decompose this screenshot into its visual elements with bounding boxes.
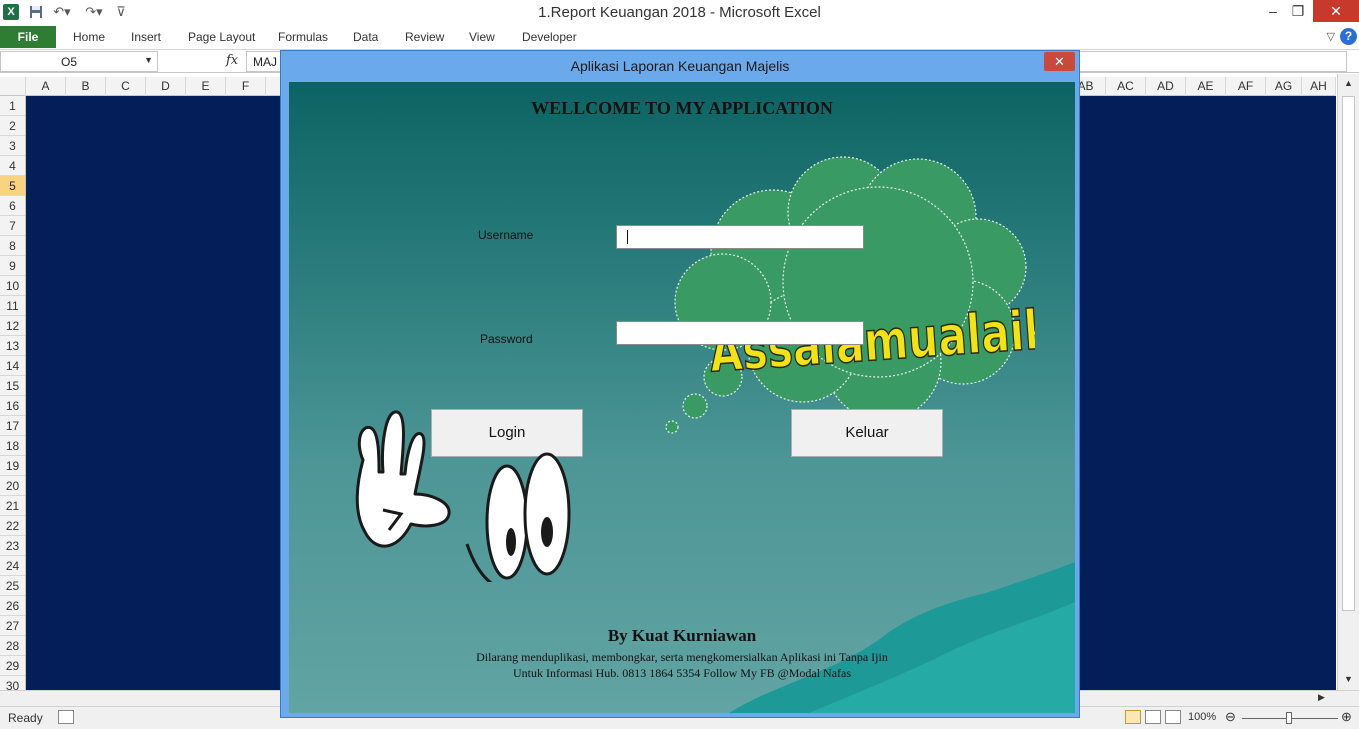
vertical-scroll-thumb[interactable] — [1342, 96, 1355, 611]
column-header[interactable]: D — [146, 77, 186, 96]
column-header[interactable]: AE — [1186, 77, 1226, 96]
tab-formulas[interactable]: Formulas — [278, 30, 328, 44]
tab-page-layout[interactable]: Page Layout — [188, 30, 255, 44]
ribbon-minimize-icon[interactable]: ▽ — [1327, 30, 1335, 43]
excel-window: X ↶▾ ↷▾ ⊽ 1.Report Keuangan 2018 - Micro… — [0, 0, 1359, 729]
scroll-down-icon[interactable]: ▼ — [1344, 674, 1353, 684]
tab-data[interactable]: Data — [353, 30, 378, 44]
row-header[interactable]: 13 — [0, 336, 25, 356]
select-all-corner[interactable] — [0, 77, 26, 96]
window-title: 1.Report Keuangan 2018 - Microsoft Excel — [538, 4, 821, 21]
row-header[interactable]: 4 — [0, 156, 25, 176]
column-header[interactable]: AC — [1106, 77, 1146, 96]
vertical-scrollbar[interactable]: ▲ ▼ — [1337, 74, 1359, 690]
help-icon[interactable]: ? — [1340, 28, 1357, 45]
row-header[interactable]: 21 — [0, 496, 25, 516]
row-header[interactable]: 17 — [0, 416, 25, 436]
row-header[interactable]: 9 — [0, 256, 25, 276]
column-header[interactable]: C — [106, 77, 146, 96]
scroll-up-icon[interactable]: ▲ — [1344, 78, 1353, 88]
password-label: Password — [480, 332, 533, 346]
row-header[interactable]: 29 — [0, 656, 25, 676]
exit-button[interactable]: Keluar — [791, 409, 943, 457]
cartoon-hand-image — [355, 410, 571, 582]
normal-view-icon[interactable] — [1125, 710, 1141, 724]
row-header[interactable]: 14 — [0, 356, 25, 376]
row-header[interactable]: 28 — [0, 636, 25, 656]
row-header[interactable]: 10 — [0, 276, 25, 296]
row-header[interactable]: 3 — [0, 136, 25, 156]
password-input[interactable] — [616, 321, 864, 345]
status-ready: Ready — [8, 711, 43, 725]
zoom-in-icon[interactable]: ⊕ — [1341, 709, 1352, 725]
dialog-close-button[interactable]: ✕ — [1044, 52, 1075, 71]
page-break-view-icon[interactable] — [1165, 710, 1181, 724]
column-header[interactable]: AG — [1266, 77, 1302, 96]
tab-file[interactable]: File — [0, 26, 56, 48]
row-header[interactable]: 11 — [0, 296, 25, 316]
row-header[interactable]: 23 — [0, 536, 25, 556]
username-label: Username — [478, 228, 534, 242]
text-caret — [627, 230, 628, 244]
name-box[interactable]: O5 ▼ — [0, 51, 158, 72]
tab-insert[interactable]: Insert — [131, 30, 161, 44]
row-header[interactable]: 19 — [0, 456, 25, 476]
scroll-right-icon[interactable]: ▶ — [1318, 692, 1325, 703]
zoom-slider-thumb[interactable] — [1286, 712, 1292, 724]
dialog-body: WELLCOME TO MY APPLICATION Assalamualaik… — [289, 82, 1075, 713]
zoom-out-icon[interactable]: ⊖ — [1225, 709, 1236, 725]
row-header[interactable]: 1 — [0, 96, 25, 116]
ribbon-tabs: File Home Insert Page Layout Formulas Da… — [0, 26, 1359, 50]
title-bar: X ↶▾ ↷▾ ⊽ 1.Report Keuangan 2018 - Micro… — [0, 0, 1359, 26]
row-header[interactable]: 8 — [0, 236, 25, 256]
row-header[interactable]: 15 — [0, 376, 25, 396]
contact-info: Untuk Informasi Hub. 0813 1864 5354 Foll… — [512, 666, 852, 680]
page-layout-view-icon[interactable] — [1145, 710, 1161, 724]
row-header[interactable]: 26 — [0, 596, 25, 616]
thought-cloud-image: Assalamualaikum — [665, 156, 1035, 434]
author-credit: By Kuat Kurniawan — [607, 626, 757, 645]
column-header[interactable]: AF — [1226, 77, 1266, 96]
row-header[interactable]: 22 — [0, 516, 25, 536]
tab-review[interactable]: Review — [405, 30, 444, 44]
column-header[interactable]: F — [226, 77, 266, 96]
name-box-value: O5 — [61, 55, 78, 69]
zoom-level[interactable]: 100% — [1188, 711, 1216, 723]
row-header[interactable]: 2 — [0, 116, 25, 136]
row-header[interactable]: 24 — [0, 556, 25, 576]
row-header-active[interactable]: 5 — [0, 176, 25, 196]
close-window-button[interactable]: ✕ — [1313, 0, 1359, 22]
column-header[interactable]: A — [26, 77, 66, 96]
row-header[interactable]: 6 — [0, 196, 25, 216]
tab-developer[interactable]: Developer — [522, 30, 577, 44]
column-header[interactable]: AD — [1146, 77, 1186, 96]
row-header[interactable]: 25 — [0, 576, 25, 596]
chevron-down-icon[interactable]: ▼ — [144, 55, 153, 65]
login-dialog: Aplikasi Laporan Keuangan Majelis ✕ WELL… — [280, 50, 1080, 718]
row-header[interactable]: 18 — [0, 436, 25, 456]
restore-button[interactable]: ❐ — [1283, 0, 1313, 22]
row-header[interactable]: 12 — [0, 316, 25, 336]
row-header[interactable]: 30 — [0, 676, 25, 690]
tab-view[interactable]: View — [469, 30, 495, 44]
column-header[interactable]: AH — [1302, 77, 1336, 96]
column-header[interactable]: B — [66, 77, 106, 96]
tab-home[interactable]: Home — [73, 30, 105, 44]
row-header[interactable]: 7 — [0, 216, 25, 236]
username-input[interactable] — [616, 225, 864, 249]
welcome-heading: WELLCOME TO MY APPLICATION — [531, 98, 833, 118]
column-header[interactable]: E — [186, 77, 226, 96]
row-headers: 1 2 3 4 5 6 7 8 9 10 11 12 13 14 15 16 1… — [0, 96, 26, 690]
formula-value: MAJ — [253, 55, 277, 69]
macro-record-icon[interactable] — [58, 710, 74, 724]
row-header[interactable]: 20 — [0, 476, 25, 496]
copyright-notice: Dilarang menduplikasi, membongkar, serta… — [476, 650, 888, 664]
dialog-title: Aplikasi Laporan Keuangan Majelis — [570, 58, 790, 74]
row-header[interactable]: 16 — [0, 396, 25, 416]
insert-function-icon[interactable]: fx — [226, 53, 238, 68]
row-header[interactable]: 27 — [0, 616, 25, 636]
